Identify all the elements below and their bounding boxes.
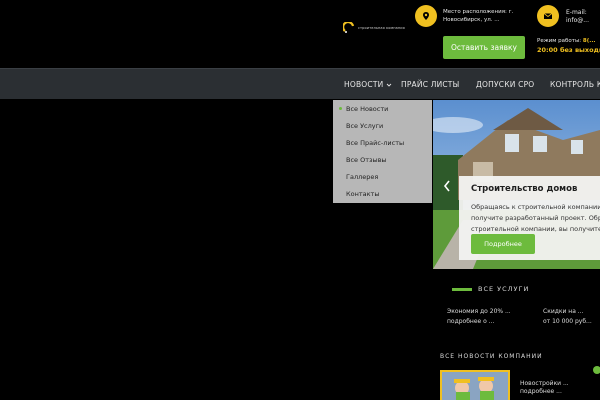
news-thumbnail[interactable] [440,370,510,400]
promo-line: Экономия до 20% ... [447,308,511,315]
chevron-down-icon [387,83,392,87]
header-address: Место расположения: г. Новосибирск, ул. … [443,9,514,23]
news-dropdown-menu: Все Новости Все Услуги Все Прайс-листы В… [333,100,432,203]
services-tabs: ВСЕ УСЛУГИ [452,282,529,296]
news-text: Новостройки ... подробнее ... [520,380,590,396]
logo-text: строительная компания [358,26,405,30]
dropdown-item-all-reviews[interactable]: Все Отзывы [333,151,432,168]
hours-label: Режим работы: [537,38,582,44]
chevron-left-icon[interactable] [443,180,451,192]
logo[interactable]: строительная компания [343,22,405,34]
slide-text-line: Обращаясь к строительной компании, в [471,203,600,211]
nav-item-news[interactable]: НОВОСТИ [344,69,392,100]
slide-caption-card: Строительство домов Обращаясь к строител… [459,176,600,260]
promo-left: Экономия до 20% ... подробнее о ... [447,307,539,327]
nav-item-label: ДОПУСКИ СРО [476,80,535,89]
nav-item-quality-control[interactable]: КОНТРОЛЬ КА [550,69,600,100]
logo-mark-icon [343,22,355,33]
envelope-icon [537,5,559,27]
promo-line: подробнее о ... [447,318,495,325]
dropdown-item-all-services[interactable]: Все Услуги [333,117,432,134]
header-email[interactable]: E-mail: info@... [566,9,600,25]
leave-request-button[interactable]: Оставить заявку [443,36,525,59]
news-line: подробнее ... [520,388,562,395]
tab-all-services[interactable]: ВСЕ УСЛУГИ [478,285,529,293]
nav-item-price-lists[interactable]: ПРАЙС ЛИСТЫ [401,69,459,100]
slide-title: Строительство домов [471,184,578,194]
news-line: Новостройки ... [520,380,569,387]
dropdown-item-gallery[interactable]: Галлерея [333,168,432,185]
location-pin-icon [415,5,437,27]
news-heading: ВСЕ НОВОСТИ КОМПАНИИ [440,353,543,360]
nav-item-label: НОВОСТИ [344,80,384,89]
nav-item-label: КОНТРОЛЬ КА [550,80,600,89]
news-thumbnail-image [442,372,508,400]
promo-line: Скидки на ... [543,308,584,315]
slide-more-button[interactable]: Подробнее [471,234,535,254]
main-nav: НОВОСТИ ПРАЙС ЛИСТЫ ДОПУСКИ СРО КОНТРОЛЬ… [0,68,600,99]
hours-value: 20:00 без выходных [537,46,600,54]
header-hours: Режим работы: 8(... 20:00 без выходных [537,37,600,55]
promo-line: от 10 000 руб... [543,318,592,325]
news-indicator [593,366,600,374]
promo-right: Скидки на ... от 10 000 руб... [543,307,600,327]
slide-text-line: получите разработанный проект. Обращ [471,214,600,222]
hero-slider: Строительство домов Обращаясь к строител… [433,100,600,269]
dropdown-item-contacts[interactable]: Контакты [333,185,432,202]
nav-item-label: ПРАЙС ЛИСТЫ [401,80,460,89]
tab-active-indicator [452,287,472,291]
header-phone[interactable]: 8(... [583,38,596,44]
nav-item-sro[interactable]: ДОПУСКИ СРО [476,69,534,100]
dropdown-item-all-price-lists[interactable]: Все Прайс-листы [333,134,432,151]
dropdown-item-all-news[interactable]: Все Новости [333,100,432,117]
